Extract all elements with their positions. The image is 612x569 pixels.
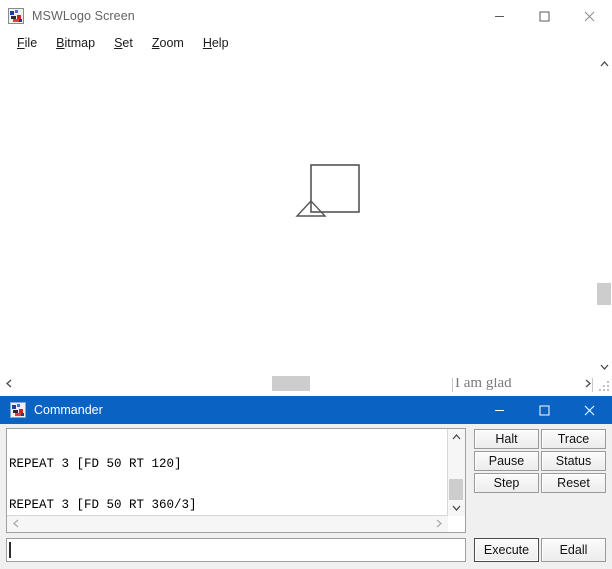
main-menubar: File Bitmap Set Zoom Help bbox=[0, 32, 612, 54]
history-scroll-left-arrow-icon[interactable] bbox=[8, 516, 24, 531]
menu-help[interactable]: Help bbox=[194, 34, 238, 52]
menu-bitmap[interactable]: Bitmap bbox=[47, 34, 104, 52]
main-window-controls bbox=[477, 0, 612, 32]
main-window-title: MSWLogo Screen bbox=[32, 9, 135, 23]
mswlogo-application: MSWLogo Screen File Bitmap Set Zoom Help… bbox=[0, 0, 612, 569]
menu-zoom-accel: Z bbox=[151, 36, 160, 50]
scroll-thumb-vertical[interactable] bbox=[597, 283, 611, 305]
turtle-graphics-canvas[interactable] bbox=[0, 55, 596, 375]
commander-control-buttons: Halt Trace Pause Status Step Reset bbox=[473, 428, 607, 494]
commander-titlebar: Commander bbox=[0, 396, 612, 424]
commander-window-title: Commander bbox=[34, 403, 103, 417]
menu-bitmap-rest: itmap bbox=[64, 36, 96, 50]
commander-minimize-button[interactable] bbox=[477, 396, 522, 424]
commander-maximize-button[interactable] bbox=[522, 396, 567, 424]
minimize-icon bbox=[495, 15, 504, 17]
maximize-icon bbox=[539, 11, 550, 21]
occluded-output-text: I am glad bbox=[455, 378, 512, 391]
commander-window: Commander REPEAT 3 [FD 50 RT 120] REPEAT… bbox=[0, 396, 612, 569]
status-button[interactable]: Status bbox=[541, 451, 606, 471]
menu-file[interactable]: File bbox=[8, 34, 46, 52]
pause-button[interactable]: Pause bbox=[474, 451, 539, 471]
step-button[interactable]: Step bbox=[474, 473, 539, 493]
menu-set[interactable]: Set bbox=[105, 34, 142, 52]
minimize-icon bbox=[495, 409, 504, 411]
history-scroll-thumb[interactable] bbox=[449, 479, 463, 500]
history-horizontal-scrollbar[interactable] bbox=[7, 515, 448, 532]
maximize-button[interactable] bbox=[522, 0, 567, 32]
commander-window-controls bbox=[477, 396, 612, 424]
menu-set-rest: et bbox=[122, 36, 133, 50]
history-scroll-down-arrow-icon[interactable] bbox=[448, 500, 464, 516]
trace-button[interactable]: Trace bbox=[541, 429, 606, 449]
mswlogo-screen-window: MSWLogo Screen File Bitmap Set Zoom Help… bbox=[0, 0, 612, 392]
main-vertical-scrollbar[interactable] bbox=[595, 55, 612, 375]
graphics-canvas-frame: I am glad bbox=[0, 55, 612, 392]
history-scroll-up-arrow-icon[interactable] bbox=[448, 429, 464, 445]
menu-file-rest: ile bbox=[24, 36, 38, 50]
close-icon bbox=[584, 405, 595, 415]
main-titlebar: MSWLogo Screen bbox=[0, 0, 612, 32]
menu-zoom[interactable]: Zoom bbox=[143, 34, 193, 52]
command-history-pane[interactable]: REPEAT 3 [FD 50 RT 120] REPEAT 3 [FD 50 … bbox=[6, 428, 466, 533]
scroll-down-arrow-icon[interactable] bbox=[596, 358, 612, 375]
scroll-up-arrow-icon[interactable] bbox=[596, 55, 612, 72]
history-line: REPEAT 3 [FD 50 RT 120] bbox=[9, 457, 182, 472]
menu-zoom-rest: oom bbox=[159, 36, 184, 50]
turtle-drawing bbox=[295, 164, 360, 217]
halt-button[interactable]: Halt bbox=[474, 429, 539, 449]
minimize-button[interactable] bbox=[477, 0, 522, 32]
commander-close-button[interactable] bbox=[567, 396, 612, 424]
close-icon bbox=[584, 11, 595, 21]
command-history-text: REPEAT 3 [FD 50 RT 120] REPEAT 3 [FD 50 … bbox=[9, 431, 447, 515]
edall-button[interactable]: Edall bbox=[541, 538, 606, 562]
menu-help-accel: H bbox=[202, 36, 212, 50]
command-input[interactable] bbox=[6, 538, 466, 562]
commander-action-buttons: Execute Edall bbox=[473, 538, 607, 562]
mswlogo-app-icon bbox=[8, 8, 24, 24]
execute-button[interactable]: Execute bbox=[474, 538, 539, 562]
history-vertical-scrollbar[interactable] bbox=[447, 429, 465, 516]
commander-body: REPEAT 3 [FD 50 RT 120] REPEAT 3 [FD 50 … bbox=[0, 424, 612, 569]
history-line: REPEAT 3 [FD 50 RT 360/3] bbox=[9, 497, 197, 512]
maximize-icon bbox=[539, 405, 550, 415]
menu-bitmap-accel: B bbox=[56, 36, 65, 50]
menu-file-accel: F bbox=[17, 36, 25, 50]
history-scroll-right-arrow-icon[interactable] bbox=[431, 516, 447, 531]
mswlogo-app-icon bbox=[10, 402, 26, 418]
menu-help-rest: elp bbox=[211, 36, 229, 50]
reset-button[interactable]: Reset bbox=[541, 473, 606, 493]
text-caret bbox=[9, 542, 11, 558]
occluded-output-strip: I am glad bbox=[0, 378, 612, 392]
close-button[interactable] bbox=[567, 0, 612, 32]
drawn-square bbox=[310, 164, 360, 213]
